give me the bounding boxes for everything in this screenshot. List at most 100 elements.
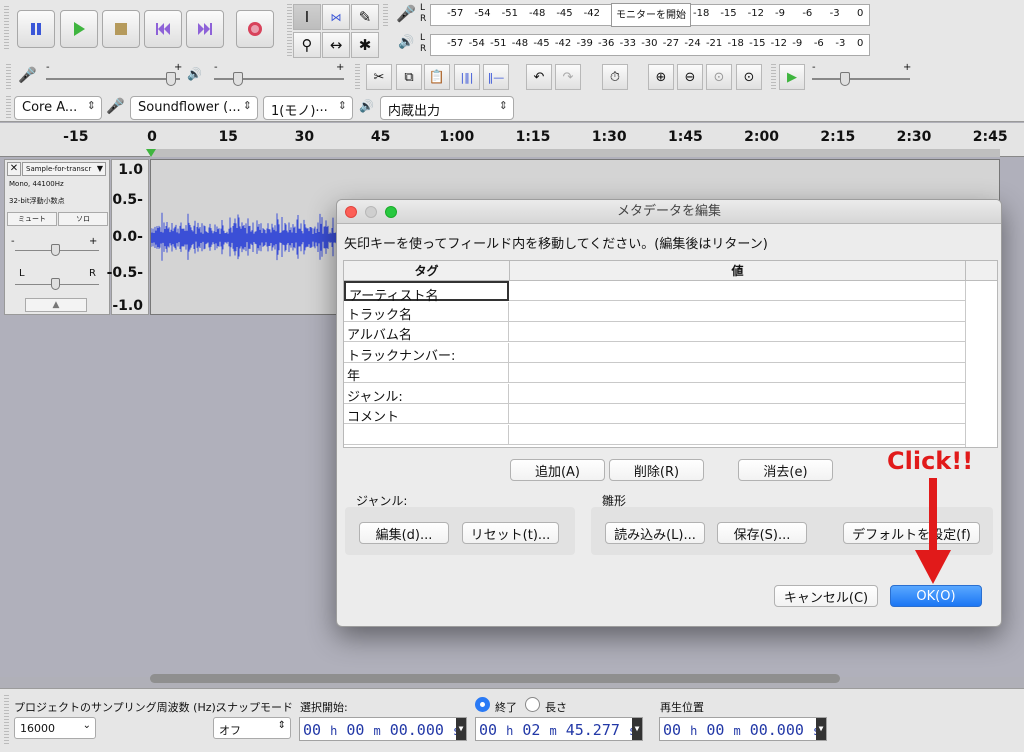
play-at-speed-button[interactable]: ▶ xyxy=(779,64,805,90)
playback-volume-thumb[interactable] xyxy=(233,72,243,86)
paste-button[interactable]: 📋 xyxy=(424,64,450,90)
pause-button[interactable] xyxy=(17,10,55,48)
minimize-window-icon[interactable] xyxy=(365,206,377,218)
audio-host-select[interactable]: Core A... ⇕ xyxy=(14,96,102,120)
stop-button[interactable] xyxy=(102,10,140,48)
table-row[interactable] xyxy=(344,424,965,445)
value-cell[interactable] xyxy=(509,425,965,445)
tag-cell[interactable]: トラック名 xyxy=(344,301,509,323)
zoom-in-button[interactable]: ⊕ xyxy=(648,64,674,90)
toolbar-grip[interactable] xyxy=(4,695,9,745)
table-row[interactable]: 年 xyxy=(344,363,965,384)
record-volume-thumb[interactable] xyxy=(166,72,176,86)
draw-tool-button[interactable]: ✎ xyxy=(351,4,379,30)
skip-start-button[interactable] xyxy=(144,10,182,48)
tag-cell[interactable]: ジャンル: xyxy=(344,383,509,405)
mute-button[interactable]: ミュート xyxy=(7,212,57,226)
set-default-button[interactable]: デフォルトを設定(f) xyxy=(843,522,980,544)
genre-edit-button[interactable]: 編集(d)... xyxy=(359,522,449,544)
value-column-header[interactable]: 値 xyxy=(510,261,966,281)
envelope-tool-button[interactable]: ⋈ xyxy=(322,4,350,30)
toolbar-grip[interactable] xyxy=(383,4,388,28)
end-radio[interactable] xyxy=(475,697,490,712)
length-radio[interactable] xyxy=(525,697,540,712)
selection-tool-button[interactable]: I xyxy=(293,4,321,30)
genre-reset-button[interactable]: リセット(t)... xyxy=(462,522,559,544)
project-rate-select[interactable]: 16000 ⌄ xyxy=(14,717,96,739)
redo-button[interactable]: ↷ xyxy=(555,64,581,90)
ok-button[interactable]: OK(O) xyxy=(890,585,982,607)
collapse-track-button[interactable]: ▲ xyxy=(25,298,87,312)
table-row[interactable]: コメント xyxy=(344,404,965,425)
value-cell[interactable] xyxy=(509,363,965,383)
dialog-titlebar[interactable]: メタデータを編集 xyxy=(337,200,1001,224)
input-device-select[interactable]: Soundflower (... ⇕ xyxy=(130,96,258,120)
template-load-button[interactable]: 読み込み(L)... xyxy=(605,522,705,544)
audio-position-time[interactable]: 00 h 00 m 00.000 s ▼ xyxy=(659,717,827,741)
value-cell[interactable] xyxy=(509,322,965,342)
tag-cell[interactable]: コメント xyxy=(344,404,509,425)
table-row[interactable]: アルバム名 xyxy=(344,322,965,343)
value-cell[interactable] xyxy=(509,281,965,301)
close-track-icon[interactable]: ✕ xyxy=(7,162,21,176)
record-button[interactable] xyxy=(236,10,274,48)
table-row[interactable]: アーティスト名 xyxy=(344,281,965,304)
add-button[interactable]: 追加(A) xyxy=(510,459,605,481)
microphone-icon[interactable]: 🎤 xyxy=(396,4,416,23)
selection-start-time[interactable]: 00 h 00 m 00.000 s ▼ xyxy=(299,717,467,741)
toolbar-grip[interactable] xyxy=(6,64,11,90)
value-cell[interactable] xyxy=(509,302,965,322)
toolbar-grip[interactable] xyxy=(287,4,292,58)
remove-button[interactable]: 削除(R) xyxy=(609,459,704,481)
toolbar-grip[interactable] xyxy=(771,64,776,90)
template-save-button[interactable]: 保存(S)... xyxy=(717,522,807,544)
zoom-out-button[interactable]: ⊖ xyxy=(677,64,703,90)
zoom-window-icon[interactable] xyxy=(385,206,397,218)
value-cell[interactable] xyxy=(509,343,965,363)
multi-tool-button[interactable]: ✱ xyxy=(351,32,379,58)
metadata-grid[interactable]: タグ 値 アーティスト名 トラック名 アルバム名 トラックナンバー: 年ジャンル: コメン… xyxy=(343,260,998,448)
sync-lock-button[interactable]: ⏱ xyxy=(602,64,628,90)
tag-cell[interactable] xyxy=(344,424,509,445)
skip-end-button[interactable] xyxy=(186,10,224,48)
zoom-tool-button[interactable]: ⚲ xyxy=(293,32,321,58)
start-monitoring-label[interactable]: モニターを開始 xyxy=(611,3,691,27)
tag-cell[interactable]: 年 xyxy=(344,363,509,384)
cancel-button[interactable]: キャンセル(C) xyxy=(774,585,878,607)
solo-button[interactable]: ソロ xyxy=(58,212,108,226)
tag-cell[interactable]: トラックナンバー: xyxy=(344,342,509,364)
close-window-icon[interactable] xyxy=(345,206,357,218)
output-device-select[interactable]: 内蔵出力 ⇕ xyxy=(380,96,514,120)
play-button[interactable] xyxy=(60,10,98,48)
play-speed-thumb[interactable] xyxy=(840,72,850,86)
tag-cell[interactable]: アーティスト名 xyxy=(344,281,509,304)
copy-button[interactable]: ⧉ xyxy=(396,64,422,90)
value-cell[interactable] xyxy=(509,384,965,404)
value-cell[interactable] xyxy=(509,404,965,424)
record-meter[interactable]: -57-54-51-48-45-42-39-24-21-18-15-12-9-6… xyxy=(430,3,870,27)
input-channels-select[interactable]: 1(モノ)··· ⇕ xyxy=(263,96,353,120)
play-speed-slider[interactable] xyxy=(812,78,910,80)
toolbar-grip[interactable] xyxy=(355,64,360,90)
record-volume-slider[interactable] xyxy=(46,78,180,80)
fit-selection-button[interactable]: ⊙ xyxy=(706,64,732,90)
timeline-ruler[interactable]: -15 0 15 30 45 1:00 1:15 1:30 1:45 2:00 2:15 2:30 2:… xyxy=(0,123,1024,157)
horizontal-scrollbar[interactable] xyxy=(150,674,840,683)
clear-button[interactable]: 消去(e) xyxy=(738,459,833,481)
toolbar-grip[interactable] xyxy=(4,6,9,50)
speaker-icon[interactable]: 🔊 xyxy=(398,35,414,50)
undo-button[interactable]: ↶ xyxy=(526,64,552,90)
table-row[interactable]: トラックナンバー: xyxy=(344,342,965,364)
track-name-menu[interactable]: Sample-for-transcr ▼ xyxy=(22,162,106,176)
tag-column-header[interactable]: タグ xyxy=(344,261,510,281)
playback-meter[interactable]: -57 -54 -51 -48 -45 -42 -39 -36 -33 -30 -27 -24 -21-… xyxy=(430,34,870,56)
toolbar-grip[interactable] xyxy=(6,96,11,120)
trim-button[interactable]: |‖| xyxy=(454,64,480,90)
tag-cell[interactable]: アルバム名 xyxy=(344,322,509,343)
cut-button[interactable]: ✂ xyxy=(366,64,392,90)
selection-end-time[interactable]: 00 h 02 m 45.277 s ▼ xyxy=(475,717,643,741)
gain-slider-thumb[interactable] xyxy=(51,244,60,256)
fit-project-button[interactable]: ⊙ xyxy=(736,64,762,90)
pan-slider-thumb[interactable] xyxy=(51,278,60,290)
snap-mode-select[interactable]: オフ ⇕ xyxy=(213,717,291,739)
